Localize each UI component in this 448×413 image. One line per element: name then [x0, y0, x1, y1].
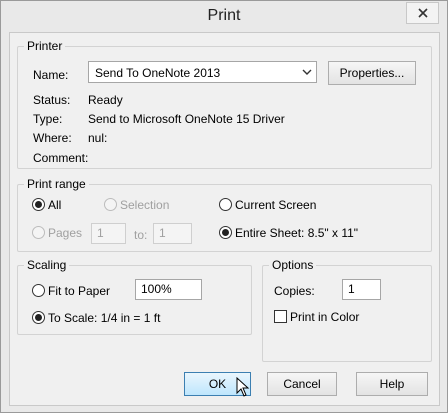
printer-group: Printer: [17, 39, 432, 169]
selection-label: Selection: [120, 198, 170, 212]
close-button[interactable]: [406, 2, 439, 24]
cancel-button[interactable]: Cancel: [267, 372, 337, 396]
where-label: Where:: [33, 131, 72, 145]
pages-label: Pages: [48, 226, 83, 240]
current-screen-label: Current Screen: [235, 198, 317, 212]
pages-to-input[interactable]: 1: [153, 223, 192, 244]
printer-name-value: Send To OneNote 2013: [95, 66, 221, 80]
fit-to-paper-radio[interactable]: [32, 284, 45, 297]
comment-label: Comment:: [33, 151, 89, 165]
dialog-title: Print: [207, 7, 241, 24]
selection-radio[interactable]: [104, 198, 117, 211]
to-scale-radio[interactable]: [32, 311, 45, 324]
status-label: Status:: [33, 93, 71, 107]
print-in-color-label: Print in Color: [290, 310, 360, 324]
fit-to-paper-input[interactable]: 100%: [135, 279, 202, 300]
help-button[interactable]: Help: [356, 372, 428, 396]
type-label: Type:: [33, 112, 63, 126]
print-dialog: Print Printer Name: Send To OneNote 2013…: [0, 0, 448, 413]
title-bar: Print: [1, 1, 447, 33]
status-value: Ready: [88, 93, 123, 107]
current-screen-radio[interactable]: [219, 198, 232, 211]
printer-legend: Printer: [27, 39, 63, 53]
entire-sheet-label: Entire Sheet: 8.5" x 11": [235, 226, 359, 240]
print-range-legend: Print range: [27, 177, 86, 191]
all-label: All: [48, 198, 62, 212]
entire-sheet-radio[interactable]: [219, 226, 232, 239]
scaling-legend: Scaling: [27, 258, 67, 272]
to-label: to:: [134, 228, 148, 242]
fit-to-paper-label: Fit to Paper: [48, 284, 111, 298]
all-radio[interactable]: [32, 198, 45, 211]
options-legend: Options: [272, 258, 314, 272]
properties-button[interactable]: Properties...: [328, 61, 416, 85]
pages-from-input[interactable]: 1: [91, 223, 126, 244]
printer-name-select[interactable]: Send To OneNote 2013: [88, 61, 317, 83]
copies-label: Copies:: [274, 284, 315, 298]
print-in-color-checkbox[interactable]: [274, 310, 287, 323]
copies-input[interactable]: 1: [342, 279, 381, 300]
to-scale-label: To Scale: 1/4 in = 1 ft: [48, 311, 161, 325]
close-icon: [417, 8, 428, 18]
where-value: nul:: [88, 131, 108, 145]
mouse-cursor-icon: [236, 377, 250, 397]
type-value: Send to Microsoft OneNote 15 Driver: [88, 112, 285, 126]
print-range-group: Print range: [17, 177, 432, 252]
name-label: Name:: [33, 68, 69, 82]
dialog-body: Printer Name: Send To OneNote 2013 Prope…: [9, 32, 440, 406]
chevron-down-icon: [302, 69, 312, 75]
pages-radio[interactable]: [32, 226, 45, 239]
